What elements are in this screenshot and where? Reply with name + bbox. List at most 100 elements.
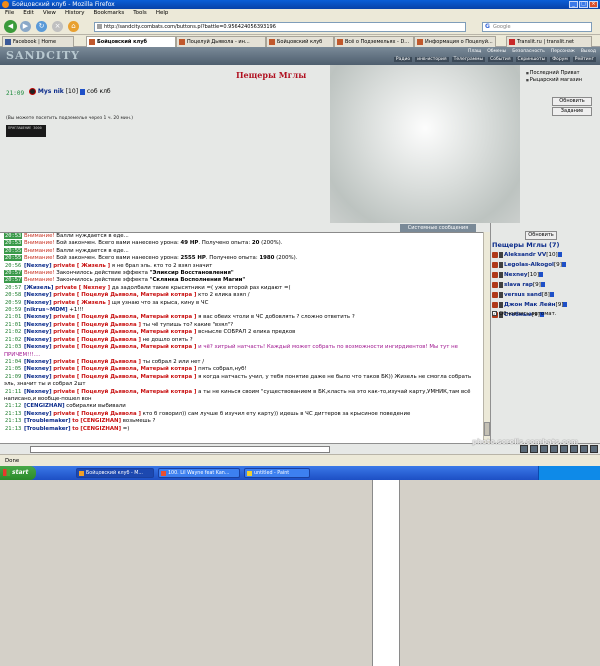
site-nav-security[interactable]: Безопасность	[512, 49, 545, 54]
menu-tools[interactable]: Tools	[133, 9, 147, 18]
info-icon[interactable]	[563, 302, 568, 307]
user-list-item[interactable]: slava rap[9]	[492, 280, 598, 290]
user-list-item[interactable]: Джон Мак Лейн[9]	[492, 300, 598, 310]
chat-nick[interactable]: [Nexney]	[24, 337, 52, 343]
chat-time[interactable]: 21:01	[4, 322, 22, 328]
chat-time[interactable]: 21:11	[4, 389, 22, 395]
chat-time[interactable]: 21:13	[4, 418, 22, 424]
user-name[interactable]: Джон Мак Лейн	[504, 302, 556, 308]
chat-private-recipients[interactable]: private [ Nexney ]	[55, 285, 110, 291]
chat-time[interactable]: 21:02	[4, 337, 22, 343]
close-button[interactable]: ×	[589, 1, 598, 8]
stop-icon[interactable]: ×	[52, 21, 63, 32]
site-nav-exit[interactable]: Выход	[581, 49, 596, 54]
user-name[interactable]: slava rap	[504, 282, 533, 288]
chat-private-recipients[interactable]: private [ Поцелуй Дьявола, Матерый котяр…	[53, 374, 196, 380]
chat-nick[interactable]: [Nexney]	[24, 263, 52, 269]
auto-update-checkbox[interactable]: ✓	[492, 311, 497, 316]
private-message-icon[interactable]	[492, 281, 498, 288]
info-icon[interactable]	[539, 272, 543, 277]
refresh-userlist-button[interactable]: Обновить	[525, 231, 557, 240]
chat-private-recipients[interactable]: private [ Поцелуй Дьявола, Матерый котяр…	[53, 329, 196, 335]
tab-devil-kiss[interactable]: Поцелуй Дьявола - ин...	[176, 36, 266, 47]
tab-system-messages[interactable]: Системные сообщения	[400, 224, 476, 232]
chat-tool-button[interactable]	[580, 445, 588, 453]
reload-icon[interactable]: ↻	[36, 21, 47, 32]
forward-arrow-icon[interactable]: ▶	[20, 21, 31, 32]
chat-time[interactable]: 21:12	[4, 403, 22, 409]
private-message-icon[interactable]	[492, 261, 498, 268]
chat-private-recipients[interactable]: private [ Поцелуй Дьявола ]	[53, 337, 141, 343]
site-nav-screenshots[interactable]: Скриншоты	[515, 57, 548, 62]
chat-nick[interactable]: [Жизель]	[24, 285, 53, 291]
chat-nick[interactable]: [Nexney]	[24, 389, 52, 395]
chat-nick[interactable]: [Nexney]	[24, 292, 52, 298]
chat-time[interactable]: 21:13	[4, 426, 22, 432]
chat-time[interactable]: 20:55	[4, 247, 23, 254]
private-message-icon[interactable]	[492, 271, 498, 278]
site-nav-cloak[interactable]: Плащ	[468, 49, 481, 54]
chat-time[interactable]: 20:57	[4, 285, 22, 291]
chat-time[interactable]: 21:09	[4, 374, 22, 380]
taskbar-paint[interactable]: untitled - Paint	[244, 468, 310, 478]
user-name[interactable]: Legolas-Alkogol	[504, 262, 554, 268]
site-nav-telegrams[interactable]: Телеграммы	[451, 57, 486, 62]
chat-time[interactable]: 21:02	[4, 329, 22, 335]
chat-nick[interactable]: [Troublemaker]	[24, 418, 71, 424]
chat-private-recipients[interactable]: private [ Поцелуй Дьявола, Матерый котяр…	[53, 314, 196, 320]
info-icon[interactable]	[561, 262, 566, 267]
chat-private-recipients[interactable]: private [ Жизель ]	[53, 263, 110, 269]
address-bar[interactable]: http://sandcity.combats.com/buttons.pl?b…	[94, 22, 466, 32]
chat-tool-button[interactable]	[530, 445, 538, 453]
tab-info[interactable]: Информация о Поцелуй...	[414, 36, 496, 47]
chat-private-recipients[interactable]: private [ Поцелуй Дьявола, Матерый котяр…	[53, 344, 196, 350]
menu-bookmarks[interactable]: Bookmarks	[94, 9, 125, 18]
tab-translit[interactable]: Translit.ru | translit.net	[506, 36, 592, 47]
chat-private-recipients[interactable]: private [ Поцелуй Дьявола ]	[53, 322, 141, 328]
chat-private-recipients[interactable]: private [ Поцелуй Дьявола, Матерый котяр…	[53, 292, 196, 298]
menu-view[interactable]: View	[43, 9, 56, 18]
chat-time[interactable]: 20:56	[4, 263, 22, 269]
link-knight-shop[interactable]: Рыцарский магазин	[526, 77, 582, 84]
chat-time[interactable]: 21:04	[4, 359, 22, 365]
chat-time[interactable]: 21:13	[4, 411, 22, 417]
link-last-private[interactable]: Последний Приват	[526, 70, 582, 77]
chat-nick[interactable]: [Nexney]	[24, 322, 52, 328]
chat-time[interactable]: 21:01	[4, 314, 22, 320]
menu-file[interactable]: File	[5, 9, 14, 18]
user-list-item[interactable]: versus sand[8]	[492, 290, 598, 300]
chat-tool-button[interactable]	[520, 445, 528, 453]
chat-nick[interactable]: [Nexney]	[24, 411, 52, 417]
site-nav-radio[interactable]: Радио	[393, 57, 413, 62]
site-nav-forum[interactable]: Форум	[550, 57, 570, 62]
chat-time[interactable]: 20:57	[4, 270, 23, 277]
chat-tool-button[interactable]	[550, 445, 558, 453]
chat-nick[interactable]: [Nexney]	[24, 344, 52, 350]
site-nav-events[interactable]: События	[488, 57, 513, 62]
auto-update-toggle[interactable]: ✓ Обновлять автомат.	[492, 311, 556, 317]
tab-chat[interactable]: Чат	[372, 455, 400, 666]
chat-time[interactable]: 21:03	[4, 344, 22, 350]
site-nav-rating[interactable]: Рейтинг	[572, 57, 596, 62]
search-input[interactable]: G Google	[482, 22, 592, 32]
chat-nick[interactable]: [Nexney]	[24, 359, 52, 365]
chat-time[interactable]: 21:05	[4, 366, 22, 372]
back-arrow-icon[interactable]: ◀	[4, 20, 17, 33]
chat-scrollbar[interactable]	[483, 232, 490, 443]
chat-nick[interactable]: [Troublemaker]	[24, 426, 71, 432]
home-icon[interactable]: ⌂	[68, 21, 79, 32]
private-message-icon[interactable]	[492, 251, 498, 258]
chat-nick[interactable]: [nikrus~MDM]	[24, 307, 68, 313]
chat-nick[interactable]: [Nexney]	[24, 300, 52, 306]
menu-edit[interactable]: Edit	[23, 9, 34, 18]
chat-time[interactable]: 20:57	[4, 277, 23, 284]
info-icon[interactable]	[540, 282, 545, 287]
chat-tool-button[interactable]	[570, 445, 578, 453]
chat-private-recipients[interactable]: private [ Поцелуй Дьявола ]	[53, 359, 141, 365]
refresh-location-button[interactable]: Обновить	[552, 97, 592, 106]
location-user[interactable]: Mys nik [10] соб клб	[29, 88, 111, 95]
start-button[interactable]: start	[0, 466, 36, 480]
user-list-item[interactable]: Legolas-Alkogol[9]	[492, 260, 598, 270]
chat-to-recipient[interactable]: to [CENGIZHAN]	[72, 426, 121, 432]
chat-nick[interactable]: [Nexney]	[24, 314, 52, 320]
